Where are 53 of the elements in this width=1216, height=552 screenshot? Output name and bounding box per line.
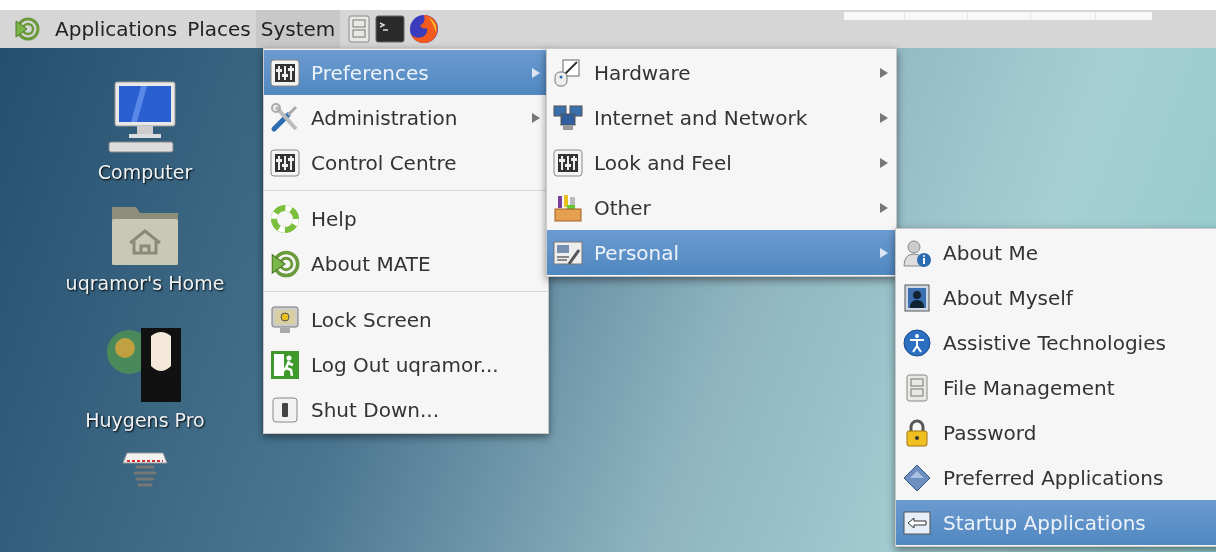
panel-menu[interactable]: Applications xyxy=(50,10,183,48)
terminal-icon[interactable] xyxy=(375,15,406,43)
toolbox-icon xyxy=(553,192,583,223)
submenu-arrow-icon xyxy=(532,112,540,123)
menu-item[interactable]: Internet and Network xyxy=(547,95,896,140)
screwdriver-wrench-icon xyxy=(270,102,300,133)
control-panel-icon xyxy=(553,148,583,177)
mate-logo-icon xyxy=(270,248,300,279)
menu-item[interactable]: File Management xyxy=(896,365,1216,410)
menu-item[interactable]: Password xyxy=(896,410,1216,455)
file-cabinet-icon xyxy=(346,15,373,43)
desktop-icon-label: uqramor's Home xyxy=(65,271,225,296)
diamond-icon xyxy=(902,462,932,493)
file-cabinet-icon xyxy=(904,373,930,402)
menu-item[interactable]: Preferred Applications xyxy=(896,455,1216,500)
submenu-arrow-icon xyxy=(880,67,888,78)
menu-item[interactable]: About Me xyxy=(896,230,1216,275)
hardware-icon xyxy=(553,57,583,88)
browser-icon[interactable] xyxy=(408,13,441,45)
menu-item[interactable]: About MATE xyxy=(264,241,548,286)
desktop-icon-label: Computer xyxy=(97,160,193,185)
submenu-arrow-icon xyxy=(880,247,888,258)
menu-item[interactable]: Help xyxy=(264,196,548,241)
submenu-arrow-icon xyxy=(532,67,540,78)
spring-icon xyxy=(121,449,169,489)
menu-item[interactable]: Log Out uqramor... xyxy=(264,342,548,387)
exit-sign-icon xyxy=(270,349,300,380)
power-switch-icon xyxy=(270,394,300,425)
menu-item[interactable]: Hardware xyxy=(547,50,896,95)
monitor-lock-icon xyxy=(270,304,300,335)
network-computers-icon xyxy=(553,102,583,133)
submenu-arrow-icon xyxy=(880,112,888,123)
lifebuoy-icon xyxy=(270,203,300,234)
user-info-icon xyxy=(902,237,932,268)
mate-logo-icon xyxy=(14,16,40,42)
menu-item[interactable]: Other xyxy=(547,185,896,230)
menu-item[interactable]: Lock Screen xyxy=(264,297,548,342)
submenu-arrow-icon xyxy=(880,202,888,213)
submenu-arrow-icon xyxy=(880,157,888,168)
menu-item[interactable]: Administration xyxy=(264,95,548,140)
control-panel-icon xyxy=(270,148,300,177)
panel-menu[interactable]: System xyxy=(255,10,341,48)
accessibility-icon xyxy=(902,327,932,358)
menu-item[interactable]: Control Centre xyxy=(264,140,548,185)
menu-item[interactable]: About Myself xyxy=(896,275,1216,320)
desktop-icon-label: Huygens Pro xyxy=(85,408,205,433)
menu-item[interactable]: Assistive Technologies xyxy=(896,320,1216,365)
workspace-switcher[interactable] xyxy=(844,12,1152,20)
menu-item[interactable]: Look and Feel xyxy=(547,140,896,185)
control-panel-icon xyxy=(270,58,300,87)
panel-menu[interactable]: Places xyxy=(182,10,256,48)
menu-item[interactable]: Shut Down... xyxy=(264,387,548,432)
user-portrait-icon xyxy=(902,282,932,313)
